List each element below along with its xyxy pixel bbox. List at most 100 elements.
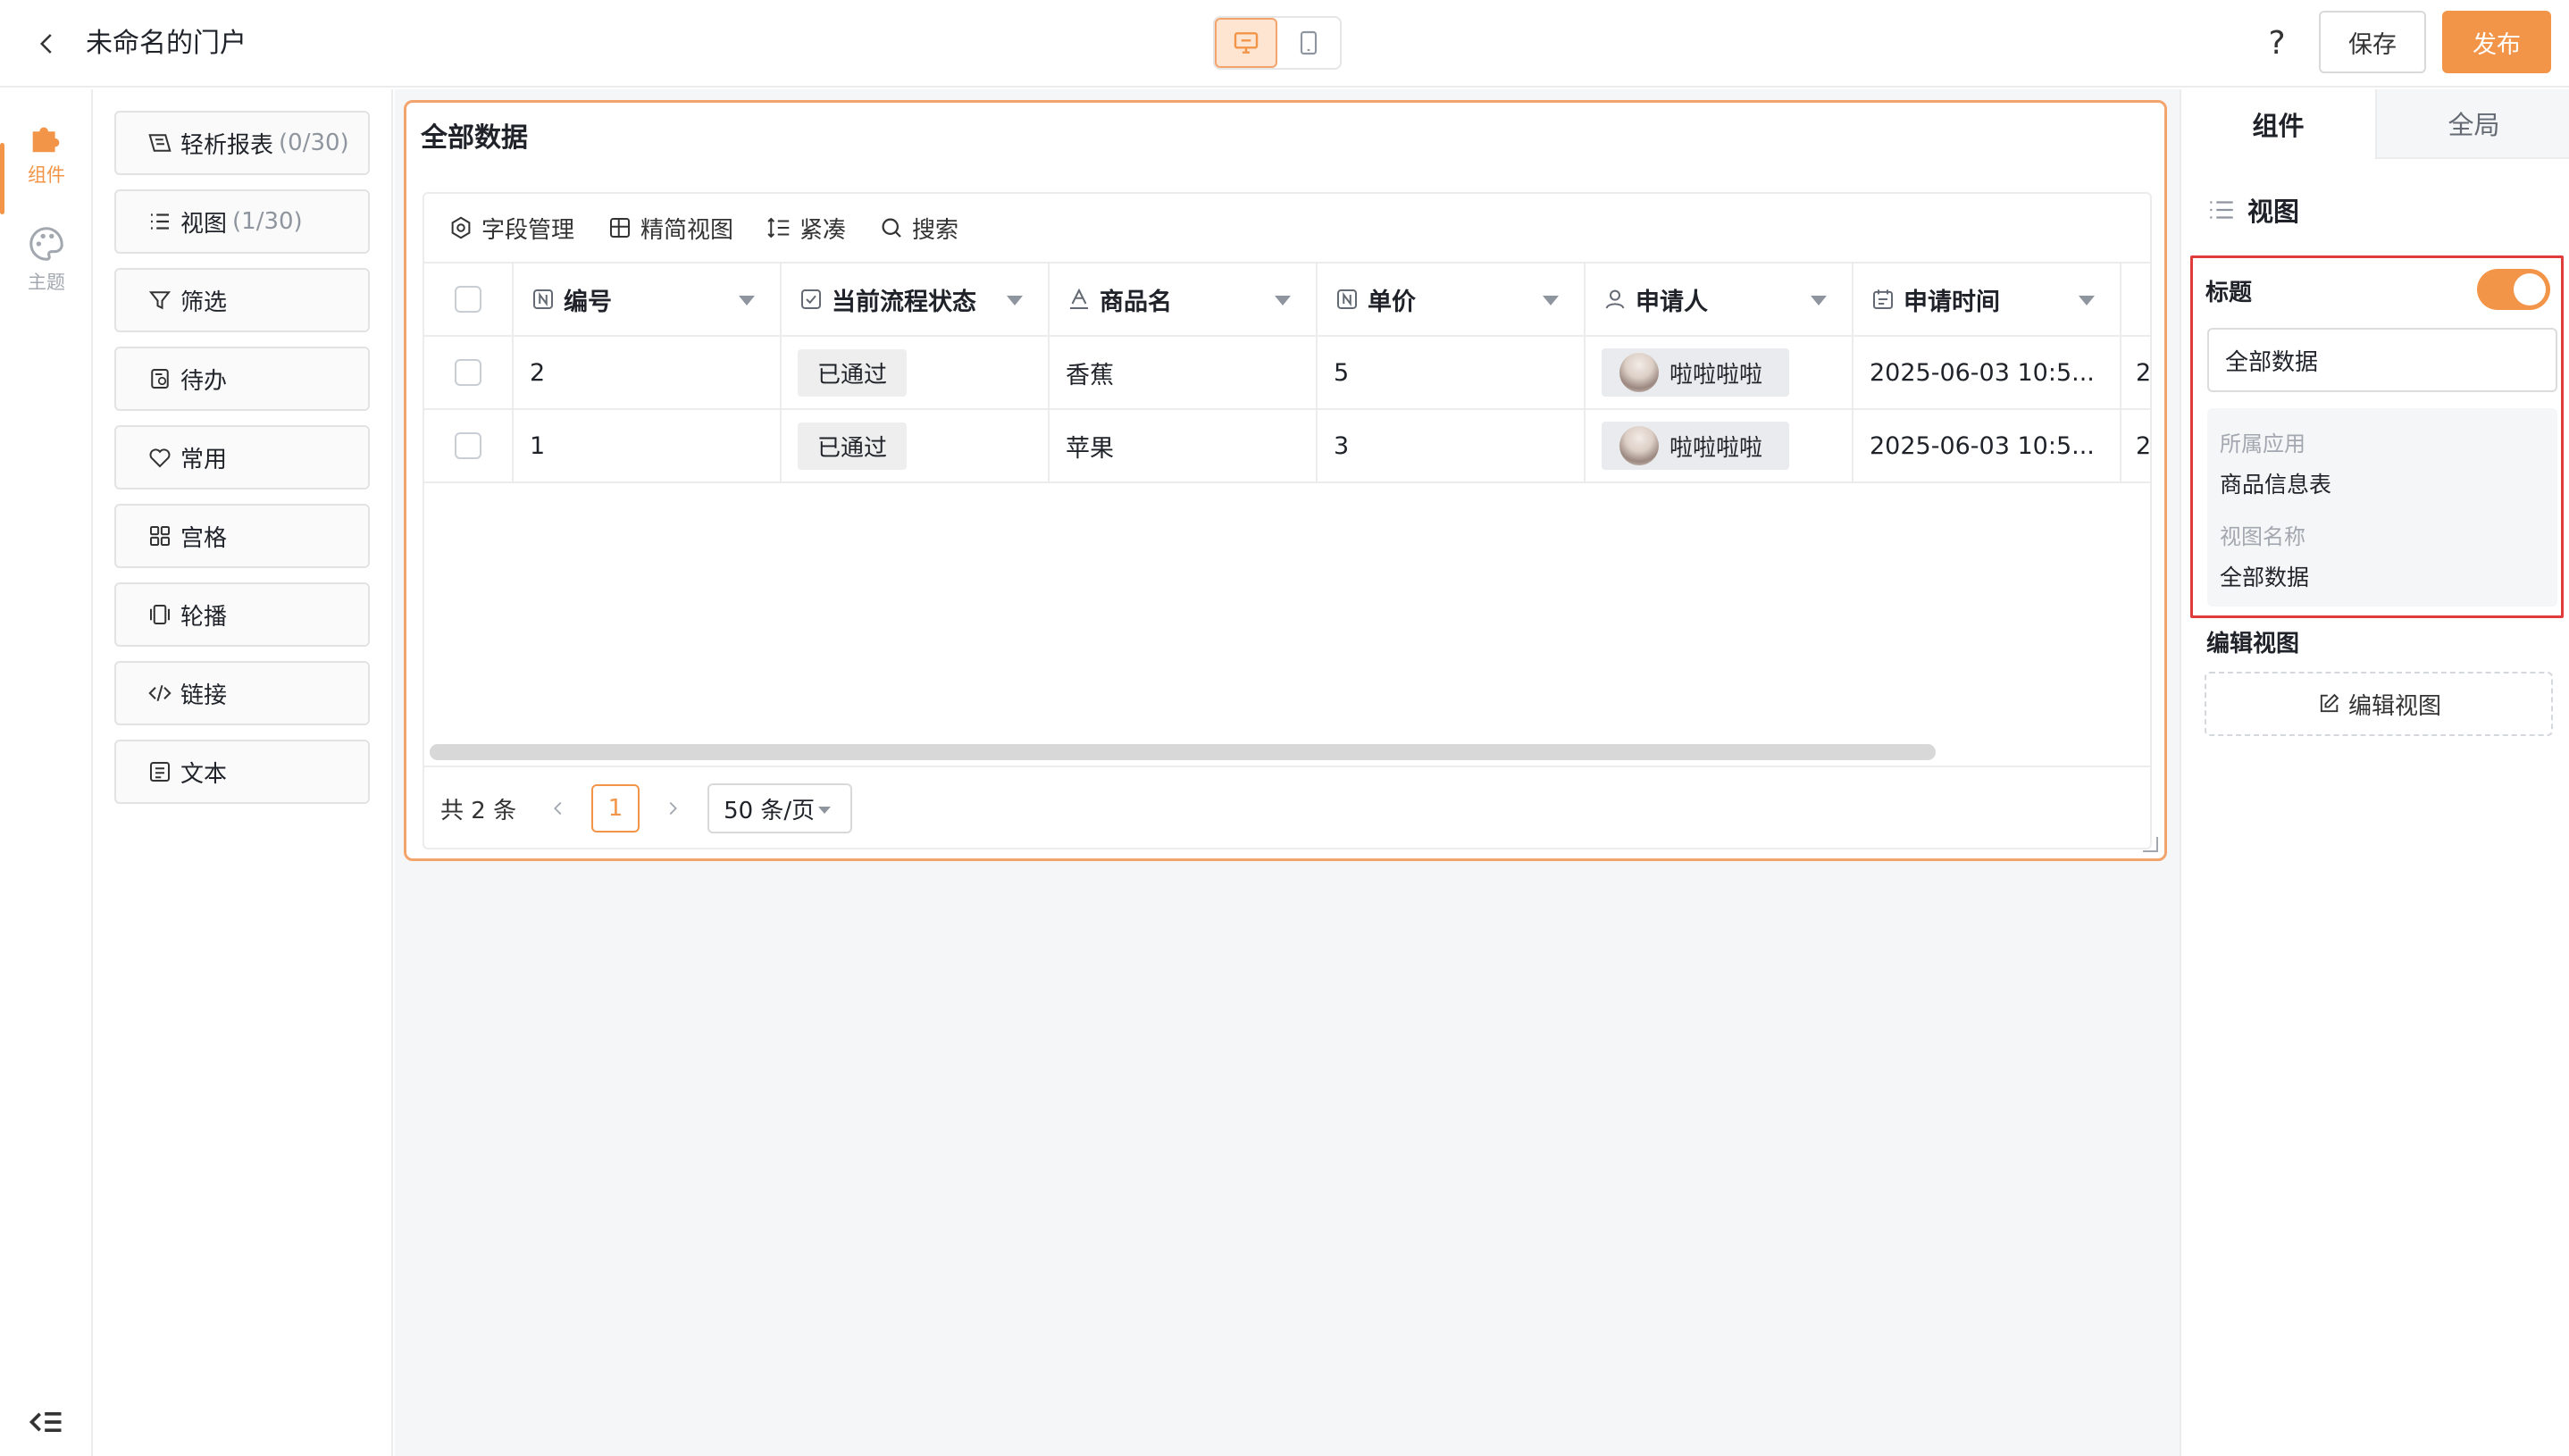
palette-item-label: 视图 <box>180 210 228 238</box>
help-icon[interactable]: ? <box>2255 20 2299 66</box>
report-icon <box>148 134 172 152</box>
column-header-apply-time[interactable]: 申请时间 <box>1854 264 2121 335</box>
page-number-current[interactable]: 1 <box>591 784 640 833</box>
column-label: 编号 <box>564 288 612 316</box>
desktop-icon <box>1234 32 1259 54</box>
cell-applicant[interactable]: 啦啦啦啦 <box>1586 337 1854 408</box>
cell-price[interactable]: 5 <box>1318 337 1586 408</box>
page-size-select[interactable]: 50 条/页 <box>707 783 853 833</box>
tab-global[interactable]: 全局 <box>2375 89 2569 159</box>
portal-editor: 未命名的门户 ? 保存 发布 组件 主题 轻析报表 (0/30) 视图 (1/3… <box>0 0 2569 1456</box>
sort-caret-icon[interactable] <box>1811 296 1827 305</box>
title-input[interactable] <box>2207 328 2557 392</box>
column-header-status[interactable]: 当前流程状态 <box>782 264 1050 335</box>
heart-icon <box>149 448 171 468</box>
cell-apply-time[interactable]: 2025-06-03 10:5... <box>1854 337 2121 408</box>
title-visibility-toggle[interactable] <box>2477 269 2550 310</box>
palette-item-report[interactable]: 轻析报表 (0/30) <box>114 111 370 175</box>
cell-id[interactable]: 1 <box>514 410 782 481</box>
list-icon <box>151 213 169 230</box>
view-name-label: 视图名称 <box>2220 524 2305 549</box>
cell-overflow[interactable]: 2 <box>2121 337 2150 408</box>
cell-id[interactable]: 2 <box>514 337 782 408</box>
palette-item-todo[interactable]: 待办 <box>114 347 370 411</box>
column-header-id[interactable]: 编号 <box>514 264 782 335</box>
desktop-view-button[interactable] <box>1215 18 1277 68</box>
row-height-button[interactable]: 紧凑 <box>766 212 846 245</box>
palette-item-view[interactable]: 视图 (1/30) <box>114 189 370 254</box>
total-count: 共 2 条 <box>440 797 517 824</box>
column-header-applicant[interactable]: 申请人 <box>1586 264 1854 335</box>
cell-apply-time[interactable]: 2025-06-03 10:5... <box>1854 410 2121 481</box>
palette-item-label: 文本 <box>180 760 228 788</box>
device-toggle <box>1213 16 1342 70</box>
cell-status[interactable]: 已通过 <box>782 337 1050 408</box>
row-checkbox[interactable] <box>455 432 481 459</box>
table-row[interactable]: 2 已通过 香蕉 5 啦啦啦啦 2025-06-03 10:5... 2 <box>424 337 2150 410</box>
cell-applicant[interactable]: 啦啦啦啦 <box>1586 410 1854 481</box>
user-name: 啦啦啦啦 <box>1669 361 1763 389</box>
column-header-overflow <box>2121 264 2150 335</box>
tab-component[interactable]: 组件 <box>2181 89 2375 159</box>
number-field-icon <box>533 289 553 309</box>
left-rail: 组件 主题 <box>0 89 93 1456</box>
edit-view-button[interactable]: 编辑视图 <box>2205 672 2553 736</box>
sort-caret-icon[interactable] <box>2079 296 2095 305</box>
rail-item-components[interactable]: 组件 <box>0 116 93 214</box>
code-link-icon <box>148 684 172 702</box>
horizontal-scrollbar[interactable] <box>430 744 1936 760</box>
publish-button[interactable]: 发布 <box>2442 11 2551 73</box>
search-button[interactable]: 搜索 <box>878 212 958 245</box>
date-field-icon <box>1873 289 1893 309</box>
palette-item-label: 链接 <box>180 682 228 709</box>
palette-item-grid[interactable]: 宫格 <box>114 504 370 568</box>
sort-caret-icon[interactable] <box>1007 296 1023 305</box>
cell-product-name[interactable]: 香蕉 <box>1050 337 1318 408</box>
palette-item-label: 轻析报表 <box>180 131 274 159</box>
save-button[interactable]: 保存 <box>2319 11 2426 73</box>
resize-handle-icon[interactable] <box>2139 833 2159 853</box>
tool-label: 紧凑 <box>799 216 847 244</box>
field-manage-button[interactable]: 字段管理 <box>448 212 574 245</box>
compact-view-button[interactable]: 精简视图 <box>607 212 733 245</box>
palette-item-favorites[interactable]: 常用 <box>114 425 370 490</box>
back-button[interactable] <box>27 23 68 64</box>
cell-overflow[interactable]: 2 <box>2121 410 2150 481</box>
palette-item-carousel[interactable]: 轮播 <box>114 582 370 647</box>
prev-page-button[interactable] <box>543 793 573 824</box>
sort-caret-icon[interactable] <box>1275 296 1291 305</box>
palette-item-link[interactable]: 链接 <box>114 661 370 725</box>
cell-product-name[interactable]: 苹果 <box>1050 410 1318 481</box>
column-label: 单价 <box>1368 288 1416 316</box>
palette-icon <box>29 227 63 261</box>
app-title: 未命名的门户 <box>86 28 247 59</box>
row-checkbox[interactable] <box>455 359 481 386</box>
app-label: 所属应用 <box>2220 431 2305 456</box>
tool-label: 字段管理 <box>481 216 575 244</box>
collapse-sidebar-icon[interactable] <box>27 1402 66 1442</box>
pagination: 共 2 条 1 50 条/页 <box>424 766 2150 848</box>
mobile-view-button[interactable] <box>1277 18 1340 68</box>
rail-item-theme[interactable]: 主题 <box>0 223 93 313</box>
sort-caret-icon[interactable] <box>1543 296 1559 305</box>
header-select-cell <box>424 264 514 335</box>
palette-item-filter[interactable]: 筛选 <box>114 268 370 332</box>
sort-caret-icon[interactable] <box>739 296 755 305</box>
table-toolbar: 字段管理 精简视图 紧凑 搜索 <box>424 194 2150 264</box>
cell-status[interactable]: 已通过 <box>782 410 1050 481</box>
select-all-checkbox[interactable] <box>455 286 481 313</box>
palette-item-text[interactable]: 文本 <box>114 740 370 804</box>
view-component-card[interactable]: 全部数据 字段管理 精简视图 紧凑 搜索 编号 当前流程状态 商品名 单价 申请… <box>404 100 2167 861</box>
table-row[interactable]: 1 已通过 苹果 3 啦啦啦啦 2025-06-03 10:5... 2 <box>424 410 2150 483</box>
view-card-title: 全部数据 <box>421 122 528 154</box>
person-field-icon <box>1605 289 1625 309</box>
view-name-value: 全部数据 <box>2220 565 2310 590</box>
title-setting-label: 标题 <box>2205 280 2253 306</box>
column-header-price[interactable]: 单价 <box>1318 264 1586 335</box>
column-label: 申请时间 <box>1904 288 2000 316</box>
todo-icon <box>151 369 169 389</box>
next-page-button[interactable] <box>657 793 688 824</box>
edit-icon <box>2320 693 2339 713</box>
cell-price[interactable]: 3 <box>1318 410 1586 481</box>
column-header-product-name[interactable]: 商品名 <box>1050 264 1318 335</box>
